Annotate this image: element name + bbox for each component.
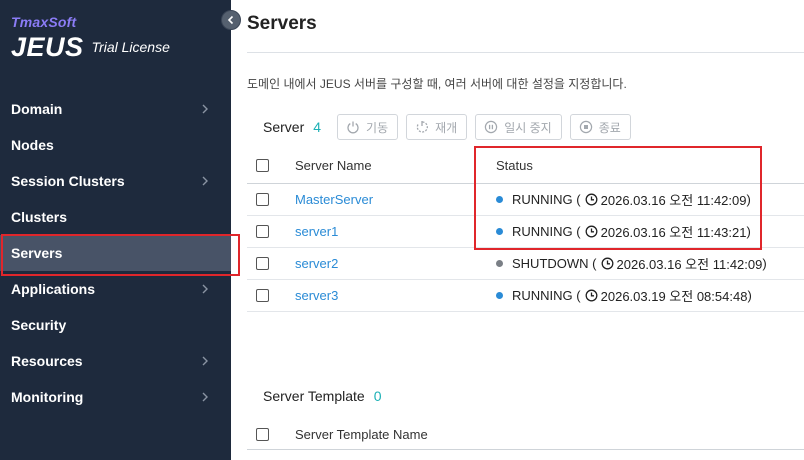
table-row: server1 RUNNING ( 2026.03.16 오전 11:43:21… [247,216,804,248]
table-row: server2 SHUTDOWN ( 2026.03.16 오전 11:42:0… [247,248,804,280]
row-checkbox[interactable] [256,225,269,238]
sidebar-item-monitoring[interactable]: Monitoring [0,379,231,415]
sidebar-item-label: Domain [11,101,63,117]
page-title: Servers [247,13,317,34]
page-description: 도메인 내에서 JEUS 서버를 구성할 때, 여러 서버에 대한 설정을 지정… [247,77,627,91]
status-time: 2026.03.16 오전 11:43:21 [600,225,747,240]
row-checkbox[interactable] [256,257,269,270]
column-header-server-name: Server Name [295,158,372,173]
brand-license: Trial License [91,39,170,55]
sidebar-item-label: Clusters [11,209,68,225]
stop-button-label: 종료 [598,120,621,135]
status-time: 2026.03.19 오전 08:54:48 [600,289,748,304]
template-section-title: Server Template [263,388,365,404]
restart-icon [416,121,429,133]
start-button[interactable]: 기동 [337,114,399,140]
table-row: MasterServer RUNNING ( 2026.03.16 오전 11:… [247,184,804,216]
server-status: SHUTDOWN ( 2026.03.16 오전 11:42:09) [496,254,767,273]
server-status: RUNNING ( 2026.03.19 오전 08:54:48) [496,286,752,305]
restart-button-label: 재개 [435,120,458,135]
status-state: RUNNING [512,192,573,207]
sidebar-item-domain[interactable]: Domain [0,91,231,127]
status-time: 2026.03.16 오전 11:42:09 [616,257,763,272]
chevron-left-icon [227,15,234,25]
chevron-right-icon [202,392,208,402]
template-section-header: Server Template 0 [263,388,397,404]
sidebar-item-label: Nodes [11,137,54,153]
server-name-link[interactable]: server1 [295,224,338,239]
server-count: 4 [313,119,322,135]
server-section-title: Server [263,119,305,135]
server-name-link[interactable]: MasterServer [295,192,373,207]
template-count: 0 [373,388,382,404]
brand-logo: TmaxSoft JEUS Trial License [11,14,170,62]
start-button-label: 기동 [366,120,389,135]
sidebar-item-session-clusters[interactable]: Session Clusters [0,163,231,199]
table-header: Server Template Name [247,420,804,450]
clock-icon [585,225,598,238]
sidebar-item-label: Servers [11,245,63,261]
column-header-status: Status [496,158,533,173]
sidebar-item-security[interactable]: Security [0,307,231,343]
chevron-right-icon [202,356,208,366]
row-checkbox[interactable] [256,289,269,302]
suspend-button[interactable]: 일시 중지 [475,114,562,140]
stop-button[interactable]: 종료 [569,114,631,140]
status-time: 2026.03.16 오전 11:42:09 [600,193,747,208]
table-header: Server Name Status [247,148,804,184]
suspend-button-label: 일시 중지 [504,120,552,135]
stop-icon [579,120,592,134]
divider [247,52,804,53]
pause-icon [485,120,498,134]
status-state: RUNNING [512,288,573,303]
select-all-checkbox[interactable] [256,159,269,172]
server-name-link[interactable]: server2 [295,256,338,271]
main-content: Servers 도메인 내에서 JEUS 서버를 구성할 때, 여러 서버에 대… [231,0,804,460]
clock-icon [585,289,598,302]
server-table: Server Name Status MasterServer RUNNING … [247,148,804,312]
sidebar: TmaxSoft JEUS Trial License Domain Nodes … [0,0,240,460]
sidebar-item-label: Monitoring [11,389,84,405]
sidebar-nav: Domain Nodes Session Clusters Clusters S… [0,91,240,415]
clock-icon [585,193,598,206]
brand-product: JEUS [11,32,84,62]
status-dot [496,196,503,203]
sidebar-item-servers[interactable]: Servers [0,234,240,276]
sidebar-item-resources[interactable]: Resources [0,343,231,379]
status-state: RUNNING [512,224,573,239]
sidebar-item-label: Session Clusters [11,173,125,189]
brand-company: TmaxSoft [11,14,77,30]
server-status: RUNNING ( 2026.03.16 오전 11:43:21) [496,222,751,241]
status-dot [496,228,503,235]
sidebar-item-clusters[interactable]: Clusters [0,199,231,235]
table-row: server3 RUNNING ( 2026.03.19 오전 08:54:48… [247,280,804,312]
server-name-link[interactable]: server3 [295,288,338,303]
restart-button[interactable]: 재개 [406,114,468,140]
status-dot [496,292,503,299]
chevron-right-icon [202,284,208,294]
server-status: RUNNING ( 2026.03.16 오전 11:42:09) [496,190,751,209]
sidebar-item-applications[interactable]: Applications [0,271,231,307]
server-toolbar: Server 4 기동 재개 일시 중지 종료 [263,114,639,140]
sidebar-item-label: Security [11,317,67,333]
sidebar-item-label: Resources [11,353,83,369]
template-table: Server Template Name [247,420,804,450]
select-all-checkbox[interactable] [256,428,269,441]
clock-icon [601,257,613,270]
collapse-sidebar-button[interactable] [221,10,241,30]
sidebar-item-label: Applications [11,281,96,297]
chevron-right-icon [202,104,208,114]
column-header-template-name: Server Template Name [295,427,428,442]
sidebar-item-nodes[interactable]: Nodes [0,127,231,163]
status-state: SHUTDOWN [512,256,589,271]
row-checkbox[interactable] [256,193,269,206]
status-dot [496,260,503,267]
chevron-right-icon [202,176,208,186]
power-icon [347,121,359,134]
